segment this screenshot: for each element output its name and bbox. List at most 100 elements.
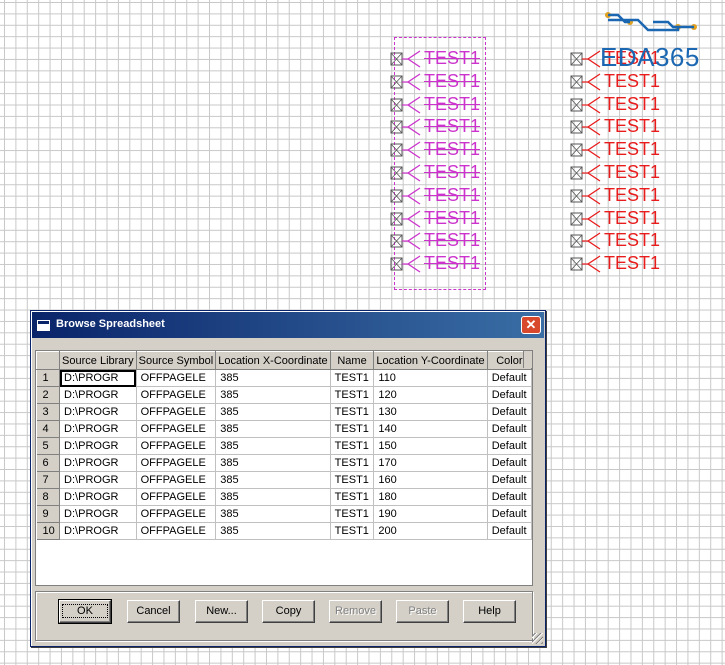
cell-source-library[interactable]: D:\PROGR — [59, 420, 137, 438]
cell-location-x[interactable]: 385 — [215, 488, 331, 506]
row-header[interactable]: 8 — [36, 488, 61, 506]
column-header-source-library[interactable]: Source Library — [59, 351, 137, 370]
cell-name[interactable]: TEST1 — [330, 471, 375, 489]
cell-name[interactable]: TEST1 — [330, 386, 375, 404]
dialog-titlebar[interactable]: Browse Spreadsheet ✕ — [32, 312, 544, 338]
cell-location-y[interactable]: 150 — [373, 437, 488, 455]
cell-color[interactable]: Default — [487, 386, 533, 404]
paste-button[interactable]: Paste — [396, 600, 449, 623]
column-header-source-symbol[interactable]: Source Symbol — [135, 351, 217, 370]
selected-symbol[interactable]: TEST1 — [390, 162, 500, 185]
row-header[interactable]: 9 — [36, 505, 61, 523]
cell-source-library[interactable]: D:\PROGR — [59, 471, 137, 489]
selected-symbol[interactable]: TEST1 — [390, 139, 500, 162]
unselected-symbol[interactable]: TEST1 — [570, 139, 680, 162]
cell-location-x[interactable]: 385 — [215, 386, 331, 404]
cell-color[interactable]: Default — [487, 454, 533, 472]
cell-location-x[interactable]: 385 — [215, 437, 331, 455]
help-button[interactable]: Help — [463, 600, 516, 623]
cell-color[interactable]: Default — [487, 488, 533, 506]
cell-location-y[interactable]: 170 — [373, 454, 488, 472]
cell-name[interactable]: TEST1 — [330, 369, 375, 387]
cell-source-library[interactable]: D:\PROGR — [59, 505, 137, 523]
table-row[interactable]: 7 D:\PROGR OFFPAGELE 385 TEST1 160 Default — [36, 471, 533, 489]
selected-symbol[interactable]: TEST1 — [390, 253, 500, 276]
unselected-symbol[interactable]: TEST1 — [570, 94, 680, 117]
cell-name[interactable]: TEST1 — [330, 454, 375, 472]
row-header[interactable]: 2 — [36, 386, 61, 404]
cell-location-x[interactable]: 385 — [215, 505, 331, 523]
cell-source-library[interactable]: D:\PROGR — [59, 522, 137, 540]
table-row[interactable]: 5 D:\PROGR OFFPAGELE 385 TEST1 150 Default — [36, 437, 533, 455]
ok-button[interactable]: OK — [58, 599, 112, 624]
cell-location-y[interactable]: 110 — [373, 369, 488, 387]
selected-symbol[interactable]: TEST1 — [390, 48, 500, 71]
copy-button[interactable]: Copy — [262, 600, 315, 623]
cell-source-library[interactable]: D:\PROGR — [59, 369, 137, 387]
remove-button[interactable]: Remove — [329, 600, 382, 623]
column-header-name[interactable]: Name — [329, 351, 375, 370]
cell-location-y[interactable]: 120 — [373, 386, 488, 404]
table-row[interactable]: 10 D:\PROGR OFFPAGELE 385 TEST1 200 Default — [36, 522, 533, 540]
selected-symbol[interactable]: TEST1 — [390, 230, 500, 253]
row-header[interactable]: 3 — [36, 403, 61, 421]
cell-source-library[interactable]: D:\PROGR — [59, 454, 137, 472]
cell-source-symbol[interactable]: OFFPAGELE — [136, 386, 217, 404]
table-row[interactable]: 1 D:\PROGR OFFPAGELE 385 TEST1 110 Default — [36, 369, 533, 387]
unselected-symbol[interactable]: TEST1 — [570, 71, 680, 94]
corner-header[interactable] — [35, 351, 61, 370]
cell-location-x[interactable]: 385 — [215, 420, 331, 438]
cell-source-symbol[interactable]: OFFPAGELE — [136, 522, 217, 540]
cell-source-library[interactable]: D:\PROGR — [59, 437, 137, 455]
cell-color[interactable]: Default — [487, 505, 533, 523]
table-row[interactable]: 3 D:\PROGR OFFPAGELE 385 TEST1 130 Default — [36, 403, 533, 421]
row-header[interactable]: 6 — [36, 454, 61, 472]
spreadsheet-grid[interactable]: Source Library Source Symbol Location X-… — [35, 350, 533, 586]
cell-name[interactable]: TEST1 — [330, 522, 375, 540]
column-header-location-y[interactable]: Location Y-Coordinate — [373, 351, 488, 370]
cell-name[interactable]: TEST1 — [330, 505, 375, 523]
cell-name[interactable]: TEST1 — [330, 403, 375, 421]
cell-source-symbol[interactable]: OFFPAGELE — [136, 488, 217, 506]
cell-location-y[interactable]: 140 — [373, 420, 488, 438]
cell-source-library[interactable]: D:\PROGR — [59, 403, 137, 421]
selected-symbol[interactable]: TEST1 — [390, 208, 500, 231]
cell-source-symbol[interactable]: OFFPAGELE — [136, 437, 217, 455]
row-header[interactable]: 10 — [36, 522, 61, 540]
cell-color[interactable]: Default — [487, 522, 533, 540]
cell-color[interactable]: Default — [487, 369, 533, 387]
row-header[interactable]: 4 — [36, 420, 61, 438]
cell-location-y[interactable]: 200 — [373, 522, 488, 540]
new-button[interactable]: New... — [195, 600, 248, 623]
cell-source-symbol[interactable]: OFFPAGELE — [136, 369, 217, 387]
selected-symbol[interactable]: TEST1 — [390, 94, 500, 117]
unselected-symbol[interactable]: TEST1 — [570, 208, 680, 231]
unselected-symbol[interactable]: TEST1 — [570, 162, 680, 185]
cell-location-x[interactable]: 385 — [215, 522, 331, 540]
unselected-symbol[interactable]: TEST1 — [570, 230, 680, 253]
cell-source-library[interactable]: D:\PROGR — [59, 488, 137, 506]
cell-location-x[interactable]: 385 — [215, 403, 331, 421]
row-header[interactable]: 7 — [36, 471, 61, 489]
selected-symbol[interactable]: TEST1 — [390, 185, 500, 208]
unselected-symbol[interactable]: TEST1 — [570, 253, 680, 276]
unselected-symbol[interactable]: TEST1 — [570, 185, 680, 208]
cell-location-y[interactable]: 160 — [373, 471, 488, 489]
cell-name[interactable]: TEST1 — [330, 437, 375, 455]
cell-location-y[interactable]: 190 — [373, 505, 488, 523]
cell-source-symbol[interactable]: OFFPAGELE — [136, 505, 217, 523]
resize-grip-icon[interactable] — [532, 633, 543, 644]
cell-source-symbol[interactable]: OFFPAGELE — [136, 403, 217, 421]
cell-location-x[interactable]: 385 — [215, 471, 331, 489]
table-row[interactable]: 4 D:\PROGR OFFPAGELE 385 TEST1 140 Default — [36, 420, 533, 438]
table-row[interactable]: 6 D:\PROGR OFFPAGELE 385 TEST1 170 Default — [36, 454, 533, 472]
cancel-button[interactable]: Cancel — [127, 600, 180, 623]
table-row[interactable]: 2 D:\PROGR OFFPAGELE 385 TEST1 120 Default — [36, 386, 533, 404]
cell-color[interactable]: Default — [487, 437, 533, 455]
cell-name[interactable]: TEST1 — [330, 488, 375, 506]
cell-color[interactable]: Default — [487, 403, 533, 421]
cell-color[interactable]: Default — [487, 471, 533, 489]
cell-location-y[interactable]: 130 — [373, 403, 488, 421]
cell-source-symbol[interactable]: OFFPAGELE — [136, 420, 217, 438]
cell-location-x[interactable]: 385 — [215, 454, 331, 472]
